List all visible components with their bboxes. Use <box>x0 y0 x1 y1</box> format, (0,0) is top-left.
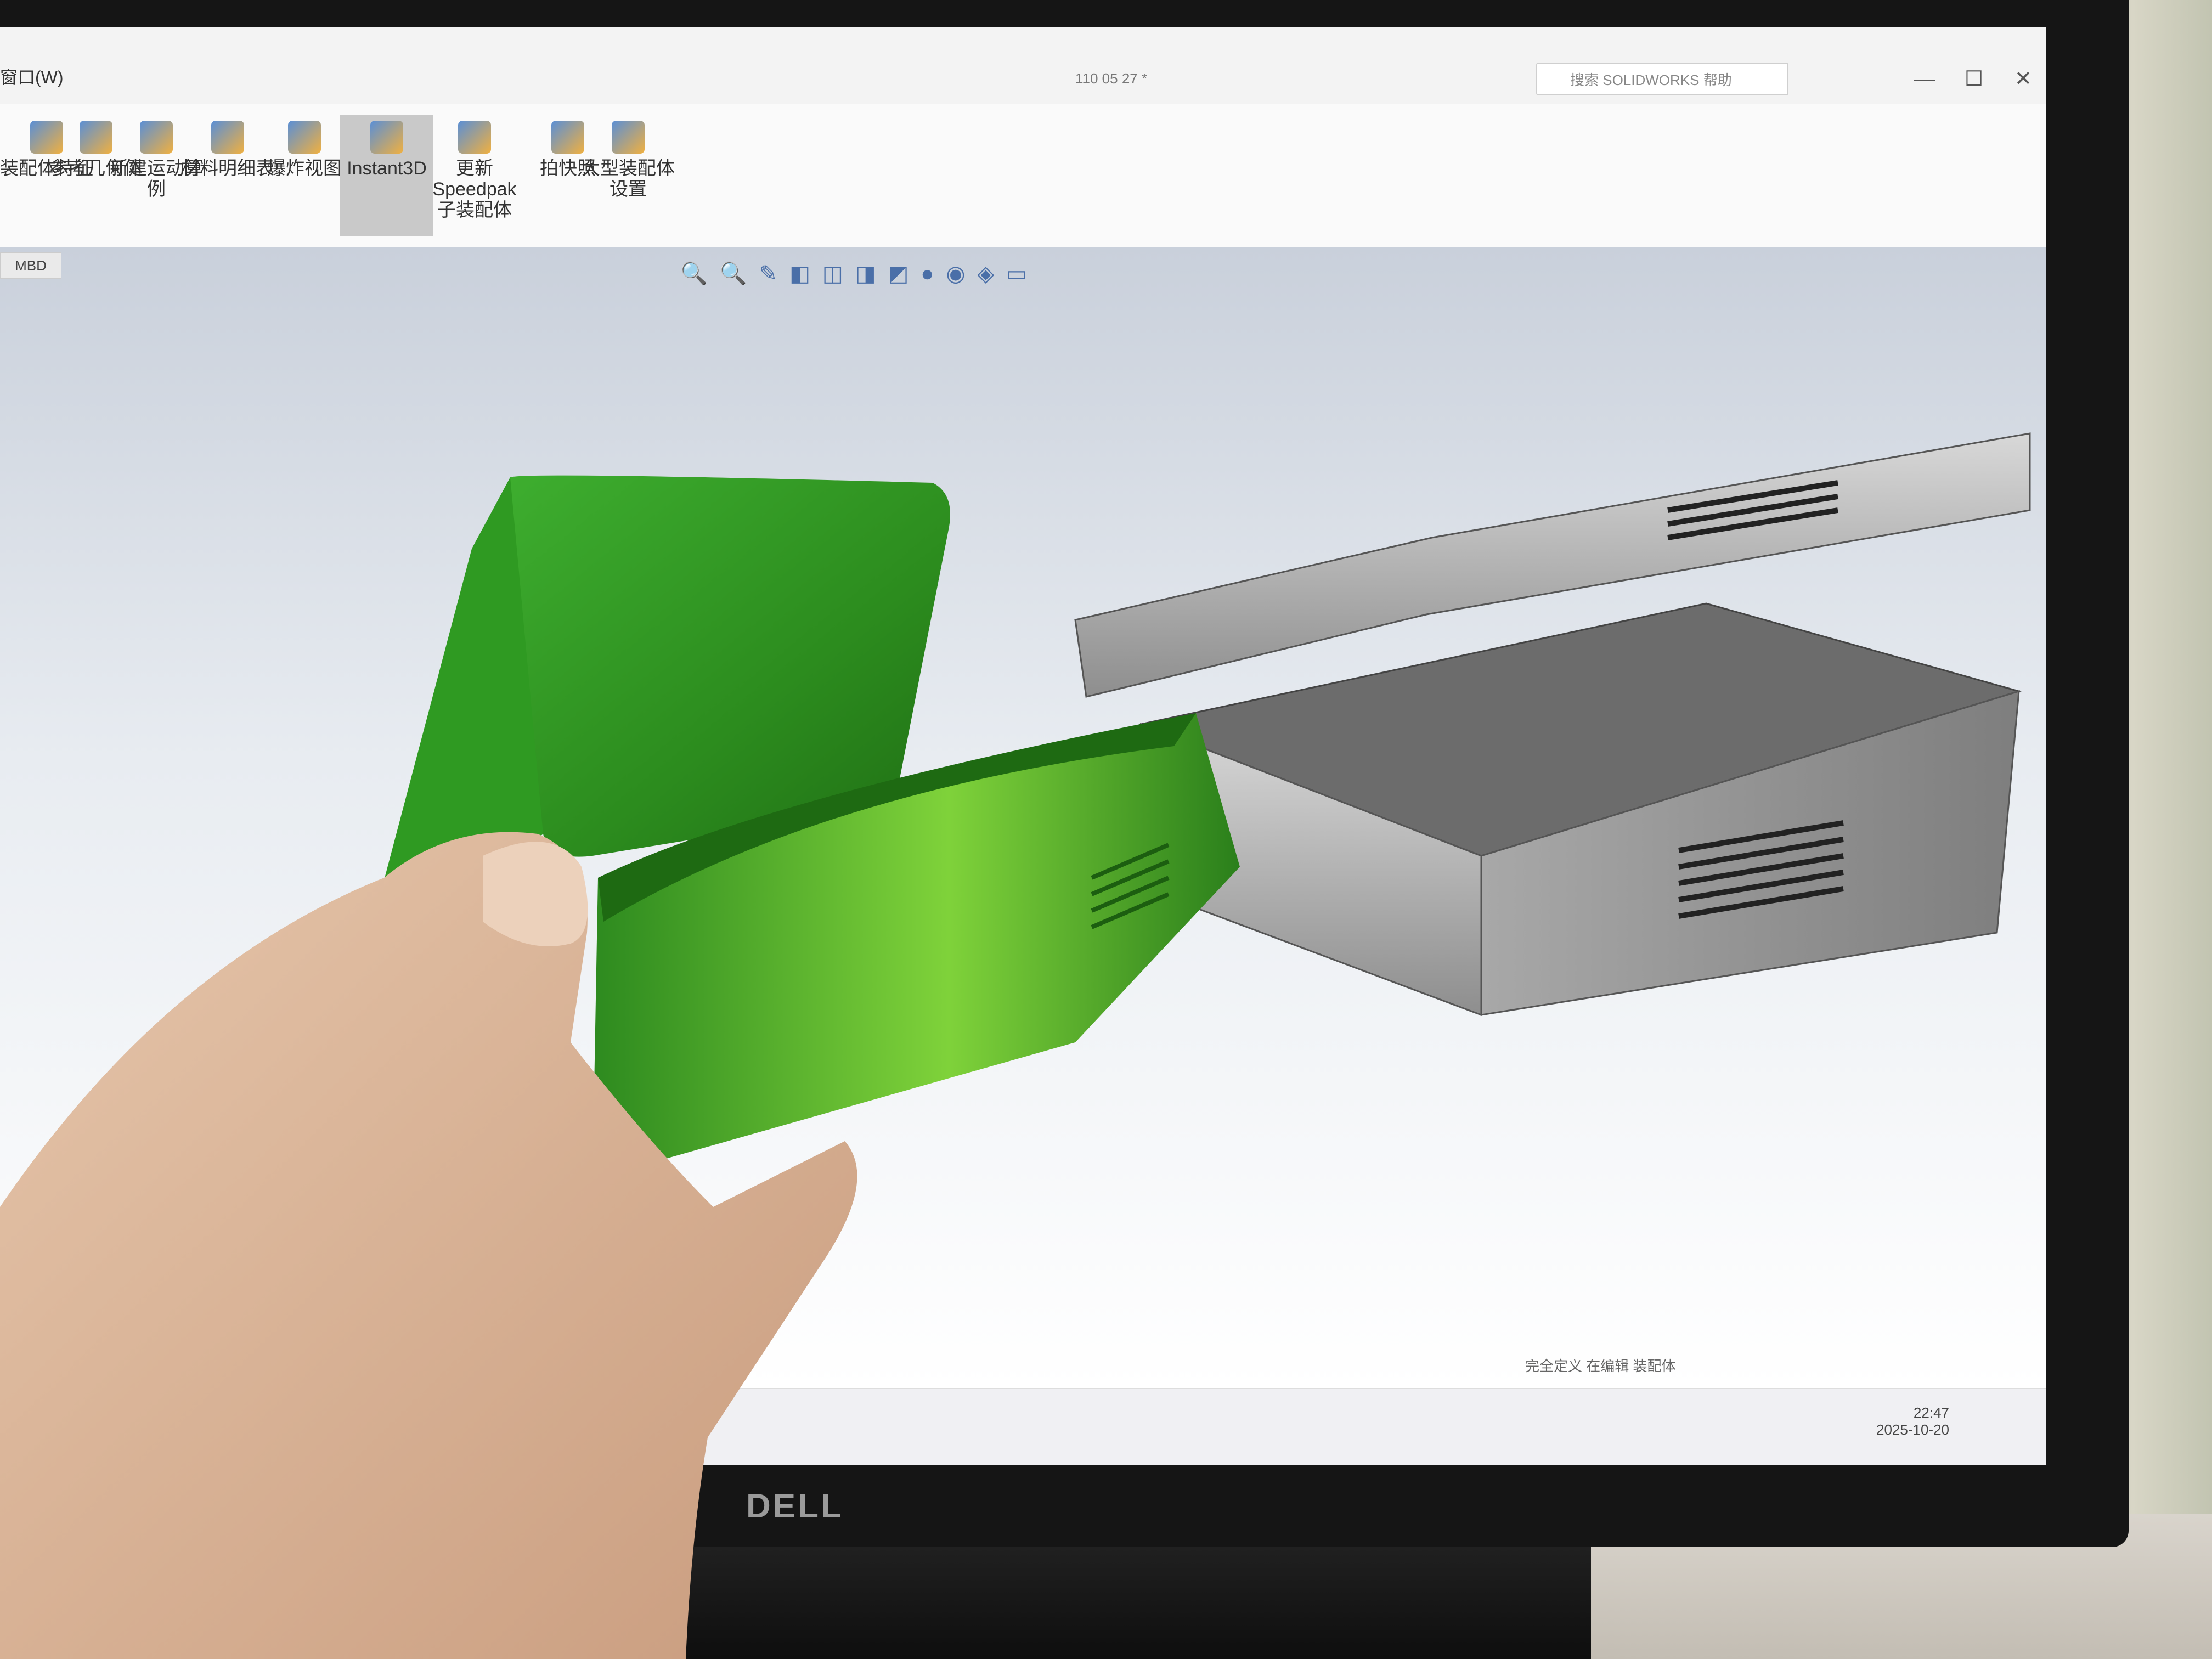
foreground-objects <box>0 475 1240 1659</box>
photo-scene: DELL 窗口(W) 110 05 27 * 搜索 SOLIDWORKS 帮助 … <box>0 0 2212 1659</box>
